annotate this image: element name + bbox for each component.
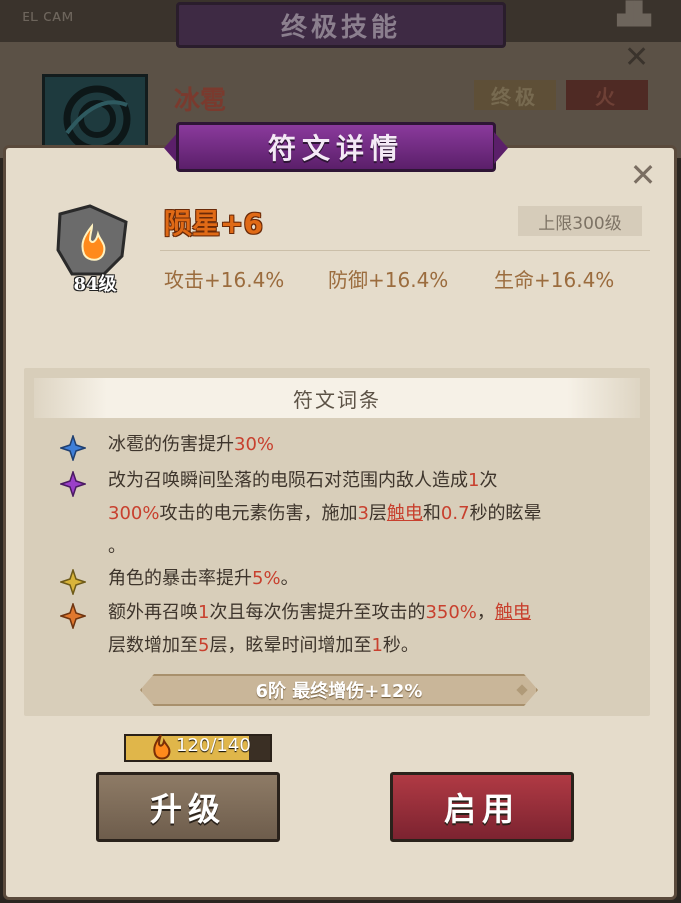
- panel-title: 符文详情: [267, 132, 404, 165]
- upgrade-button-label: 升级: [149, 790, 226, 828]
- entry-text-part: 层数增加至: [108, 635, 198, 656]
- banner-right-wing: [494, 132, 508, 164]
- fire-element-tag: 火: [566, 80, 648, 110]
- enable-button-label: 启用: [443, 790, 520, 828]
- electrify-keyword-link[interactable]: 触电: [387, 503, 423, 524]
- tier-bonus-bar: 6阶 最终增伤+12%: [140, 674, 538, 706]
- electrify-keyword-link[interactable]: 触电: [495, 602, 531, 623]
- yellow-gem-icon: [60, 569, 86, 595]
- defense-stat: 防御+16.4%: [328, 268, 449, 292]
- ultimate-tag: 终极: [474, 80, 556, 110]
- entry-value: 1: [371, 635, 383, 656]
- blue-gem-icon: [60, 435, 86, 461]
- tier-bonus-text: 6阶 最终增伤+12%: [255, 681, 423, 702]
- banner-plate: 符文详情: [176, 122, 496, 172]
- background-close-icon: ✕: [624, 40, 650, 75]
- rune-detail-banner: 符文详情: [164, 120, 508, 176]
- fire-essence-icon: [153, 734, 171, 760]
- entry-text-part: 冰雹的伤害提升: [108, 434, 234, 455]
- entry-value: 1: [198, 602, 210, 623]
- material-count: 120/140: [176, 735, 251, 756]
- entry-text-part: 改为召唤瞬间坠落的电陨石对范围内敌人造成: [108, 470, 468, 491]
- rune-name: 陨星+6: [164, 207, 263, 240]
- rune-entry-text: 额外再召唤1次且每次伤害提升至攻击的350%，触电 层数增加至5层，眩晕时间增加至…: [108, 596, 648, 662]
- entry-value: 5%: [252, 568, 281, 589]
- entry-text-part: 层: [368, 503, 387, 524]
- entry-text-part: 次: [479, 470, 498, 491]
- background-title: 终极技能: [280, 12, 401, 43]
- header-divider: [160, 250, 650, 251]
- level-cap-badge: 上限300级: [518, 206, 642, 236]
- background-skill-name: 冰雹: [174, 86, 227, 116]
- rune-entry-text: 改为召唤瞬间坠落的电陨石对范围内敌人造成1次 300%攻击的电元素伤害，施加3层触…: [108, 464, 648, 563]
- entry-text-part: ，: [476, 602, 495, 623]
- close-button[interactable]: ✕: [626, 159, 660, 194]
- rune-entries-title-bar: 符文词条: [34, 378, 640, 418]
- entry-text-part: 。: [280, 568, 299, 589]
- enable-button[interactable]: 启用: [390, 772, 574, 842]
- entry-text-part: 层，眩晕时间增加至: [209, 635, 372, 656]
- entry-text-part: 。: [108, 536, 126, 557]
- entry-value: 1: [468, 470, 480, 491]
- rune-entry-text: 冰雹的伤害提升30%: [108, 428, 648, 461]
- background-corner-text: ᴇʟ ᴄᴀᴍ: [22, 6, 74, 25]
- entry-value: 30%: [234, 434, 275, 455]
- upgrade-button[interactable]: 升级: [96, 772, 280, 842]
- entry-value: 0.7: [440, 503, 470, 524]
- purple-gem-icon: [60, 471, 86, 497]
- entry-value: 3: [357, 503, 369, 524]
- rune-entry-text: 角色的暴击率提升5%。: [108, 562, 648, 595]
- entry-text-part: 秒。: [382, 635, 419, 656]
- rune-level: 84级: [73, 274, 117, 295]
- entry-text-part: 角色的暴击率提升: [108, 568, 252, 589]
- entry-value: 300%: [108, 503, 160, 524]
- hp-stat: 生命+16.4%: [494, 268, 615, 292]
- attack-stat: 攻击+16.4%: [164, 268, 285, 292]
- entry-text-part: 和: [422, 503, 441, 524]
- orange-gem-icon: [60, 603, 86, 629]
- entry-text-part: 次且每次伤害提升至攻击的: [209, 602, 426, 623]
- entry-text-part: 额外再召唤: [108, 602, 198, 623]
- entry-text-part: 秒的眩晕: [469, 503, 542, 524]
- rune-entries-title: 符文词条: [293, 387, 381, 412]
- entry-value: 350%: [425, 602, 477, 623]
- entry-value: 5: [198, 635, 210, 656]
- entry-text-part: 攻击的电元素伤害，施加: [159, 503, 358, 524]
- background-corner-icon: ▟▙: [617, 2, 651, 27]
- background-title-banner: 终极技能: [176, 2, 506, 48]
